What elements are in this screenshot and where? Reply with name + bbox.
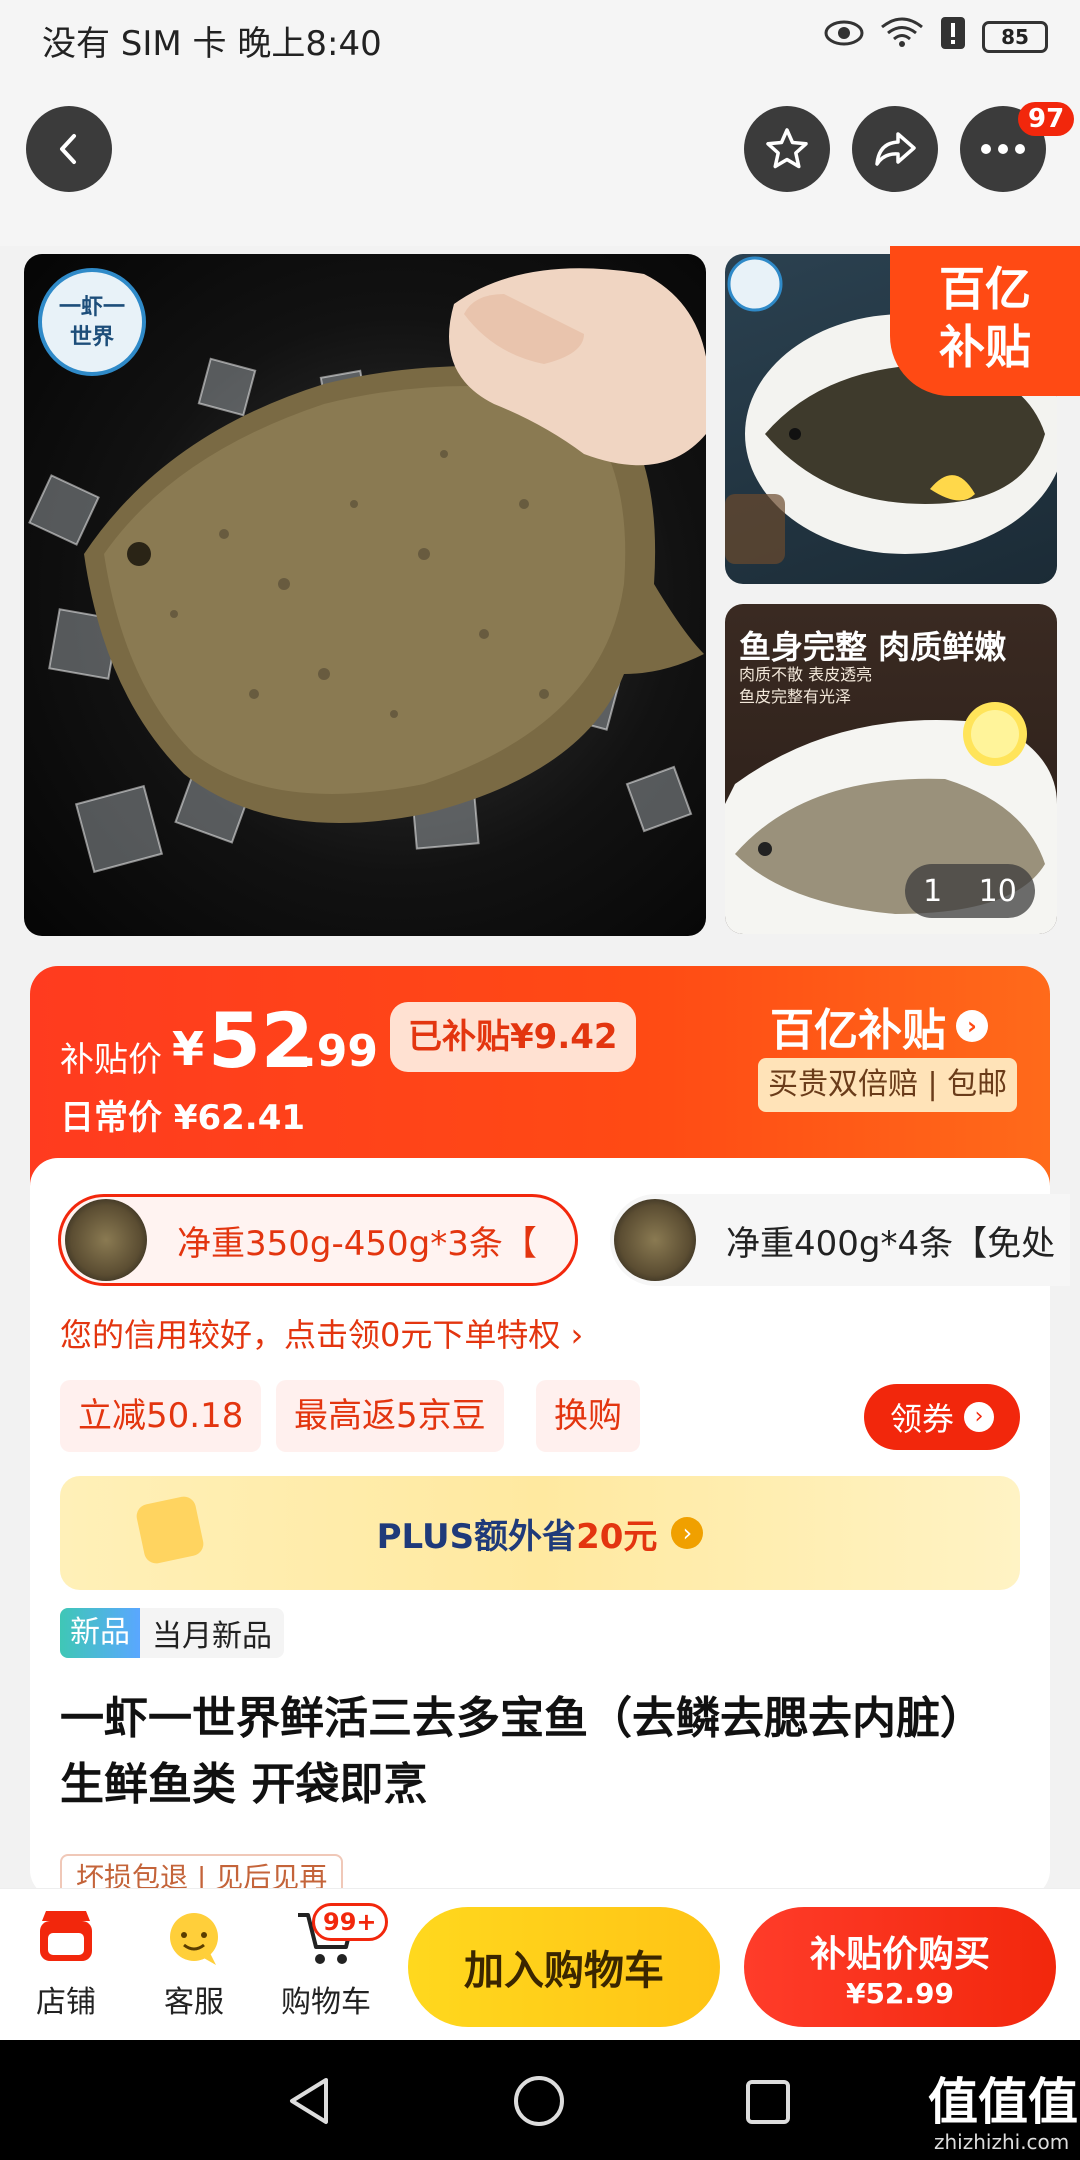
plus-deco-icon <box>134 1494 206 1566</box>
carrier-time: 没有 SIM 卡 晚上8:40 <box>42 24 382 64</box>
side-image-2[interactable]: 鱼身完整 肉质鲜嫩 肉质不散 表皮透亮 鱼皮完整有光泽 1 10 <box>725 604 1057 934</box>
top-nav: 97 <box>0 76 1080 246</box>
brand-sub: 买贵双倍赔 | 包邮 <box>758 1058 1018 1112</box>
new-tag-badge: 新品 <box>60 1608 140 1658</box>
more-icon <box>981 144 1025 154</box>
wifi-icon <box>880 17 924 56</box>
sku-option[interactable]: 净重400g*4条【免处 <box>610 1194 1070 1286</box>
promo-beans[interactable]: 最高返5京豆 <box>276 1380 504 1452</box>
nav-home-icon[interactable] <box>512 2074 566 2128</box>
status-bar: 没有 SIM 卡 晚上8:40 85 <box>0 0 1080 76</box>
sku-option-selected[interactable]: 净重350g-450g*3条【 <box>58 1194 578 1286</box>
system-nav-bar: 值值值 zhizhizhi.com <box>0 2040 1080 2160</box>
more-badge: 97 <box>1018 102 1075 136</box>
credit-notice[interactable]: 您的信用较好，点击领0元下单特权 › <box>60 1310 583 1356</box>
cart-badge: 99+ <box>312 1903 388 1941</box>
store-tab[interactable]: 店铺 <box>22 1907 110 2021</box>
subsidized-badge: 已补贴¥9.42 <box>390 1002 636 1072</box>
customer-service-icon <box>170 1913 218 1965</box>
store-label: 店铺 <box>36 1985 96 2020</box>
service-tab[interactable]: 客服 <box>150 1907 238 2021</box>
promo-exchange[interactable]: 换购 <box>536 1380 640 1452</box>
subsidy-tag-line1: 百亿 <box>939 262 1031 316</box>
main-product-image[interactable]: 一虾一 世界 <box>24 254 706 936</box>
subsidy-tag-line2: 补贴 <box>939 320 1031 374</box>
star-icon <box>766 128 808 169</box>
svg-text:世界: 世界 <box>70 325 114 350</box>
new-tag-label: 当月新品 <box>152 1619 272 1654</box>
favorite-button[interactable] <box>744 106 830 192</box>
back-button[interactable] <box>26 106 112 192</box>
page-indicator: 1 10 <box>905 864 1035 918</box>
share-icon <box>875 132 916 166</box>
price-integer: 52 <box>208 996 314 1085</box>
product-title: 一虾一世界鲜活三去多宝鱼（去鳞去腮去内脏）生鲜鱼类 开袋即烹 <box>60 1693 984 1810</box>
plus-amount: 20元 <box>576 1516 658 1557</box>
brand-link[interactable]: 百亿补贴 › <box>770 994 988 1058</box>
watermark-logo: 值值值 <box>928 2073 1078 2131</box>
battery-indicator: 85 <box>982 20 1048 53</box>
price-label: 补贴价 <box>60 1040 162 1080</box>
alert-icon <box>940 16 966 57</box>
page-total: 10 <box>978 873 1017 909</box>
promo-discount[interactable]: 立减50.18 <box>60 1380 262 1452</box>
nav-back-icon[interactable] <box>286 2076 334 2126</box>
back-arrow-icon <box>60 134 76 164</box>
buy-now-button[interactable]: 补贴价购买 ¥52.99 <box>744 1907 1056 2027</box>
details-card: 净重350g-450g*3条【 净重400g*4条【免处 您的信用较好，点击领0… <box>30 1158 1070 1898</box>
price-decimal: .99 <box>300 1026 378 1077</box>
brand-label: 百亿补贴 <box>770 1005 946 1056</box>
add-to-cart-button[interactable]: 加入购物车 <box>408 1907 720 2027</box>
coupon-button[interactable]: 领券 › <box>864 1384 1020 1450</box>
svg-text:一虾一: 一虾一 <box>59 295 125 320</box>
share-button[interactable] <box>852 106 938 192</box>
nav-recents-icon[interactable] <box>744 2078 792 2126</box>
image-gallery: 一虾一 世界 百亿 补贴 鱼身完整 肉质鲜嫩 肉质不散 表皮透亮 鱼皮完整有光泽… <box>0 246 1080 936</box>
eye-icon <box>824 19 864 54</box>
sku-label: 净重400g*4条【免处 <box>726 1223 1056 1264</box>
sku-label: 净重350g-450g*3条【 <box>177 1223 537 1264</box>
plus-prefix: PLUS额外省 <box>376 1516 577 1557</box>
store-icon <box>40 1911 92 1961</box>
chevron-right-icon: › <box>964 1402 994 1432</box>
buy-price: ¥52.99 <box>845 1976 955 2010</box>
fish-illustration: 一虾一 世界 <box>28 268 706 874</box>
page-current: 1 <box>923 873 943 909</box>
chevron-right-icon: › <box>671 1517 704 1549</box>
chevron-right-icon: › <box>956 1010 988 1042</box>
service-label: 客服 <box>164 1985 224 2020</box>
buy-label: 补贴价购买 <box>809 1933 990 1975</box>
price-currency: ¥ <box>172 1022 205 1076</box>
plus-banner[interactable]: PLUS额外省 20元 › <box>60 1476 1020 1590</box>
side2-caption: 鱼身完整 肉质鲜嫩 <box>739 628 1007 666</box>
bottom-action-bar: 店铺 客服 购物车 99+ 加入购物车 补贴价购买 ¥52.99 <box>0 1888 1080 2040</box>
watermark-url: zhizhizhi.com <box>934 2130 1070 2154</box>
sku-thumb <box>65 1199 147 1281</box>
subsidy-tag: 百亿 补贴 <box>890 246 1080 396</box>
side2-subcaption: 肉质不散 表皮透亮 鱼皮完整有光泽 <box>739 665 873 706</box>
sku-thumb <box>614 1199 696 1281</box>
cart-label: 购物车 <box>281 1985 371 2020</box>
new-tag: 新品 当月新品 <box>60 1608 284 1658</box>
regular-price: 日常价 ¥62.41 <box>60 1098 306 1138</box>
status-icons: 85 <box>824 16 1048 57</box>
coupon-label: 领券 <box>889 1400 954 1438</box>
